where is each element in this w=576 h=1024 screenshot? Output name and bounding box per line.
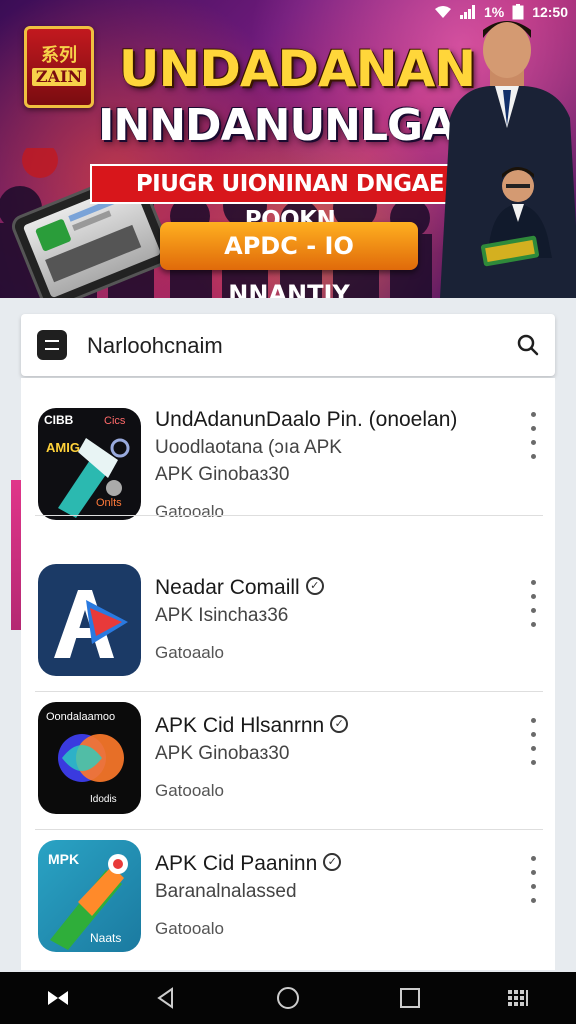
- app-icon: [38, 564, 141, 676]
- app-icon-label: Onlts: [96, 497, 122, 509]
- app-icon-label: Naats: [90, 931, 121, 945]
- brand-logo: 系列 ZAIN: [24, 26, 94, 108]
- list-item[interactable]: Oondalaamoo Idodis APK Cid Hlsanrnn ✓ APK…: [21, 692, 555, 830]
- more-options-icon[interactable]: [529, 580, 539, 627]
- app-icon-label: Oondalaamoo: [46, 711, 115, 723]
- bowtie-icon[interactable]: [46, 986, 70, 1010]
- app-meta: Gatooalo: [155, 781, 224, 800]
- status-bar: 1% 12:50: [434, 0, 568, 24]
- list-item[interactable]: MPK Naats APK Cid Paaninn ✓ Baranalnalass…: [21, 830, 555, 968]
- app-meta: Gatoaalo: [155, 643, 224, 662]
- list-item[interactable]: Neadar Comaill ✓ APK Isinchaз36 Gatoaalo: [21, 554, 555, 692]
- keyboard-icon[interactable]: [506, 986, 530, 1010]
- verified-icon: ✓: [330, 715, 349, 734]
- logo-top-text: 系列: [41, 45, 77, 66]
- banner-cta-button[interactable]: APDC - IO NNANTIY: [160, 222, 418, 298]
- promo-banner[interactable]: 1% 12:50 系列 ZAIN UNDADANAN INNDANUNLGAII…: [0, 0, 576, 298]
- list-item[interactable]: CIBB Cics AMIG Onlts UndAdanunDaalo Pin.…: [21, 378, 555, 521]
- signal-icon: [459, 5, 475, 19]
- banner-headline-2: INNDANUNLGAII: [98, 100, 487, 151]
- app-icon: MPK Naats: [38, 840, 141, 952]
- app-list: CIBB Cics AMIG Onlts UndAdanunDaalo Pin.…: [21, 378, 555, 970]
- logo-mid-text: ZAIN: [31, 68, 87, 86]
- banner-headline-1: UNDADANAN: [118, 40, 476, 98]
- app-icon-label: CIBB: [44, 413, 74, 427]
- app-title-text: APK Cid Hlsanrnn: [155, 714, 325, 737]
- recents-icon[interactable]: [398, 986, 422, 1010]
- app-title: APK Cid Paaninn ✓: [155, 852, 342, 876]
- app-icon: CIBB Cics AMIG Onlts: [38, 408, 141, 520]
- presenter-illustration: [440, 21, 576, 298]
- system-nav-bar: [0, 972, 576, 1024]
- search-icon[interactable]: [517, 334, 539, 356]
- clock-time: 12:50: [532, 4, 568, 20]
- battery-percent: 1%: [483, 4, 505, 20]
- app-title: APK Cid Hlsanrnn ✓: [155, 714, 349, 738]
- app-title-text: Neadar Comaill: [155, 576, 300, 599]
- more-options-icon[interactable]: [529, 718, 539, 765]
- search-input[interactable]: Narloohcnaim: [87, 333, 223, 359]
- more-options-icon[interactable]: [529, 856, 539, 903]
- side-accent-strip: [11, 480, 21, 630]
- more-options-icon[interactable]: [529, 412, 539, 459]
- app-icon-label: Cics: [104, 415, 126, 427]
- app-subtitle: APK Ginobaɜ30: [155, 743, 290, 764]
- app-subtitle: APK Ginobaɜ30: [155, 464, 290, 485]
- app-subtitle: Baranalnalassed: [155, 881, 297, 902]
- app-icon: Oondalaamoo Idodis: [38, 702, 141, 814]
- divider: [35, 515, 543, 516]
- wifi-icon: [434, 6, 451, 18]
- back-icon[interactable]: [154, 986, 178, 1010]
- banner-subtitle: PIUGR UIONINAN DNGAE POOKN: [90, 164, 490, 233]
- app-meta: Gatooalo: [155, 502, 224, 521]
- app-title: UndAdanunDaalo Pin. (onoelan): [155, 408, 458, 431]
- app-icon-label: MPK: [48, 851, 79, 867]
- app-subtitle: Uoodlaotana (ɔıa APK: [155, 437, 342, 458]
- verified-icon: ✓: [323, 853, 342, 872]
- app-icon-label: AMIG: [46, 440, 80, 455]
- app-icon-label: Idodis: [90, 794, 117, 805]
- app-title-text: APK Cid Paaninn: [155, 852, 318, 875]
- battery-icon: [512, 4, 524, 20]
- home-icon[interactable]: [276, 986, 300, 1010]
- search-bar[interactable]: Narloohcnaim: [21, 314, 555, 376]
- app-meta: Gatooalo: [155, 919, 224, 938]
- menu-button[interactable]: [37, 330, 67, 360]
- app-subtitle: APK Isinchaз36: [155, 605, 289, 626]
- app-title: Neadar Comaill ✓: [155, 576, 324, 600]
- verified-icon: ✓: [305, 577, 324, 596]
